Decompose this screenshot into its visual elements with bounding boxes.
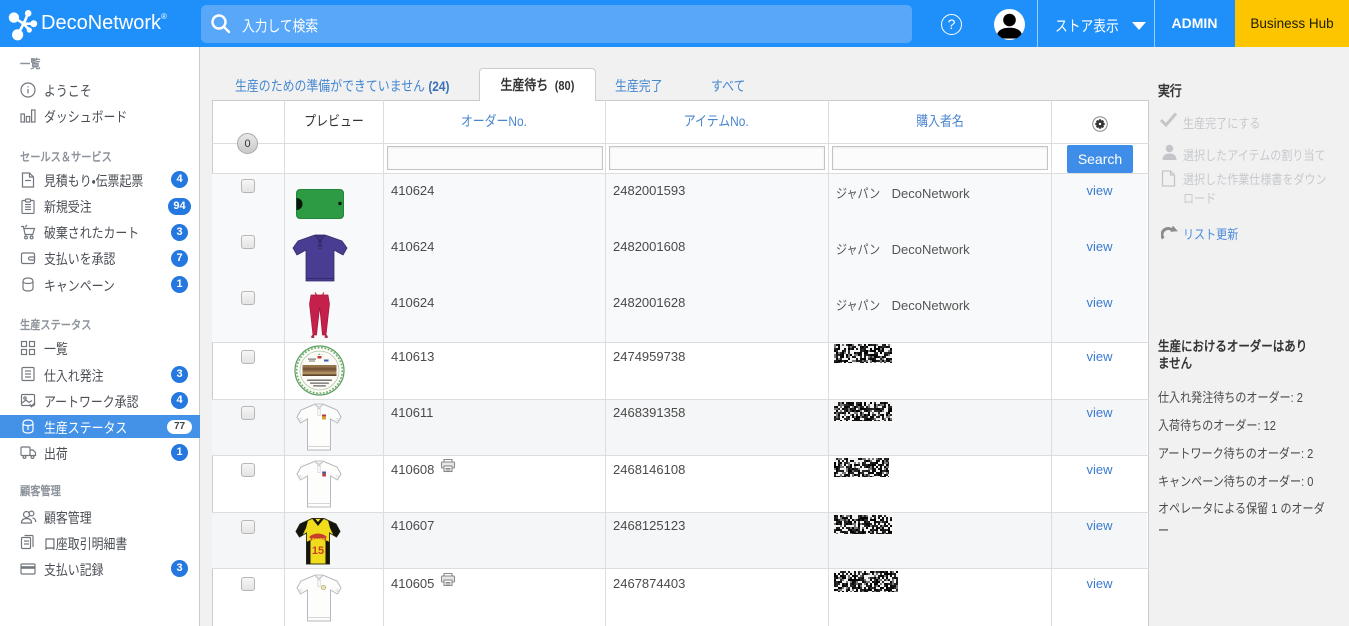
svg-text:FUKUOKA: FUKUOKA	[308, 537, 329, 542]
svg-text:15: 15	[312, 545, 324, 557]
svg-text:··▪··: ··▪··	[316, 352, 323, 357]
